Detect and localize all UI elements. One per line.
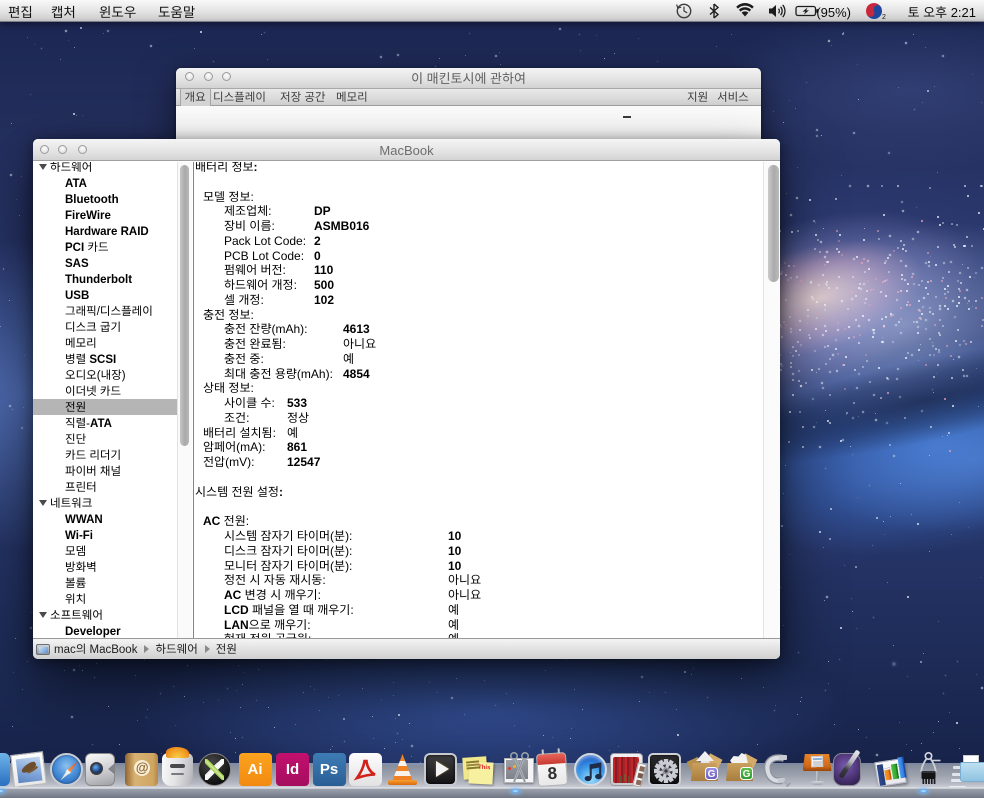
svg-text:2: 2 — [882, 14, 886, 21]
